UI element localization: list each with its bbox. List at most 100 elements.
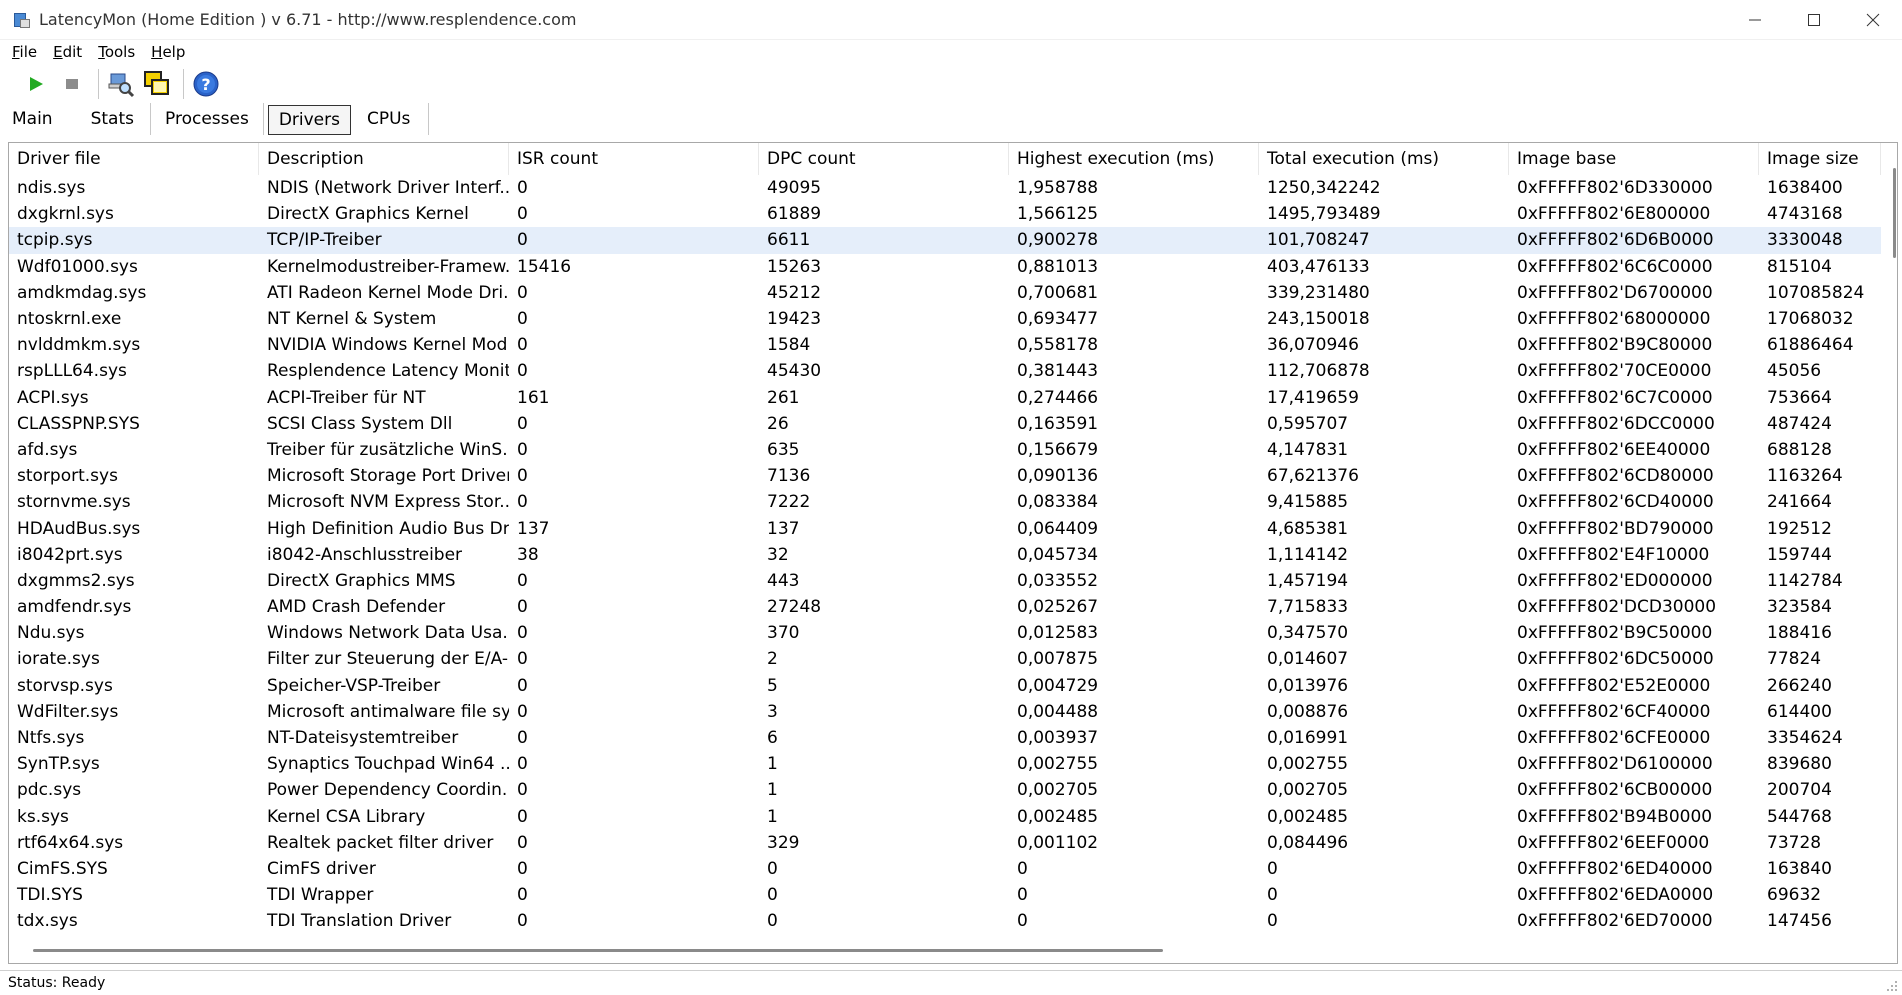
start-button[interactable]	[20, 68, 52, 100]
table-cell: 17,419659	[1267, 387, 1359, 408]
table-cell: 1250,342242	[1267, 178, 1381, 199]
menu-edit[interactable]: Edit	[53, 43, 82, 61]
table-cell: 0	[517, 597, 528, 618]
help-button[interactable]: ?	[190, 68, 222, 100]
table-row[interactable]: ACPI.sys ACPI-Treiber für NT 161 261 0,27446…	[9, 385, 1881, 411]
table-cell: 77824	[1767, 649, 1822, 670]
table-cell: Filter zur Steuerung der E/A-...	[267, 649, 509, 670]
table-cell: 0xFFFFF802'68000000	[1517, 309, 1711, 330]
table-row[interactable]: dxgmms2.sys DirectX Graphics MMS 0 443 0,033…	[9, 568, 1881, 594]
table-row[interactable]: WdFilter.sys Microsoft antimalware file s…	[9, 699, 1881, 725]
table-cell: 0	[517, 570, 528, 591]
table-cell: 544768	[1767, 806, 1832, 827]
table-row[interactable]: Ntfs.sys NT-Dateisystemtreiber 0 6 0,003937 0…	[9, 725, 1881, 751]
column-header[interactable]: Description	[259, 143, 509, 175]
table-row[interactable]: ntoskrnl.exe NT Kernel & System 0 19423 0,69…	[9, 306, 1881, 332]
table-row[interactable]: ks.sys Kernel CSA Library 0 1 0,002485 0,0024…	[9, 804, 1881, 830]
table-row[interactable]: storvsp.sys Speicher-VSP-Treiber 0 5 0,00472…	[9, 673, 1881, 699]
table-cell: 27248	[767, 597, 822, 618]
table-cell: 112,706878	[1267, 361, 1370, 382]
horizontal-scrollbar[interactable]	[33, 949, 1163, 952]
tab-main[interactable]: Main	[0, 103, 77, 135]
table-row[interactable]: afd.sys Treiber für zusätzliche WinS... 0 6…	[9, 437, 1881, 463]
table-cell: 0	[517, 230, 528, 251]
table-row[interactable]: rtf64x64.sys Realtek packet filter driver…	[9, 830, 1881, 856]
table-cell: 0,900278	[1017, 230, 1099, 251]
drivers-table[interactable]: Driver file Description ISR count DPC count…	[8, 142, 1898, 964]
table-row[interactable]: dxgkrnl.sys DirectX Graphics Kernel 0 61889…	[9, 201, 1881, 227]
table-row[interactable]: TDI.SYS TDI Wrapper 0 0 0 0 0xFFFFF802'6EDA000…	[9, 882, 1881, 908]
table-cell: 45430	[767, 361, 822, 382]
table-row[interactable]: CLASSPNP.SYS SCSI Class System Dll 0 26 0,16…	[9, 411, 1881, 437]
table-row[interactable]: ndis.sys NDIS (Network Driver Interf... 0 4…	[9, 175, 1881, 201]
column-header[interactable]: Total execution (ms)	[1259, 143, 1509, 175]
menu-help[interactable]: Help	[151, 43, 185, 61]
tab-stats[interactable]: Stats	[77, 103, 151, 135]
vertical-scrollbar[interactable]	[1893, 168, 1896, 258]
window-controls	[1725, 0, 1902, 40]
table-row[interactable]: pdc.sys Power Dependency Coordin... 0 1 0,00…	[9, 777, 1881, 803]
table-row[interactable]: Ndu.sys Windows Network Data Usa... 0 370 0,…	[9, 620, 1881, 646]
table-cell: 3330048	[1767, 230, 1843, 251]
svg-text:?: ?	[201, 75, 210, 94]
column-header[interactable]: DPC count	[759, 143, 1009, 175]
maximize-icon	[1807, 14, 1820, 26]
table-row[interactable]: Wdf01000.sys Kernelmodustreiber-Framew...…	[9, 254, 1881, 280]
table-cell: 0	[517, 675, 528, 696]
column-header[interactable]: Image base	[1509, 143, 1759, 175]
table-row[interactable]: storport.sys Microsoft Storage Port Drive…	[9, 463, 1881, 489]
menu-file[interactable]: File	[12, 43, 37, 61]
table-cell: 370	[767, 623, 800, 644]
table-row[interactable]: amdfendr.sys AMD Crash Defender 0 27248 0,02…	[9, 594, 1881, 620]
table-row[interactable]: SynTP.sys Synaptics Touchpad Win64 ... 0 1 0…	[9, 751, 1881, 777]
copy-windows-button[interactable]	[141, 68, 173, 100]
table-cell: 107085824	[1767, 282, 1865, 303]
table-row[interactable]: i8042prt.sys i8042-Anschlusstreiber 38 32 0,…	[9, 542, 1881, 568]
table-cell: High Definition Audio Bus Dri...	[267, 518, 509, 539]
table-cell: 0,090136	[1017, 466, 1099, 487]
maximize-button[interactable]	[1784, 0, 1843, 40]
table-row[interactable]: iorate.sys Filter zur Steuerung der E/A-.…	[9, 646, 1881, 672]
table-cell: 0,014607	[1267, 649, 1349, 670]
table-cell: 0,004729	[1017, 675, 1099, 696]
driver-search-button[interactable]	[105, 68, 137, 100]
table-cell: i8042prt.sys	[17, 544, 123, 565]
table-row[interactable]: amdkmdag.sys ATI Radeon Kernel Mode Dri..…	[9, 280, 1881, 306]
table-row[interactable]: stornvme.sys Microsoft NVM Express Stor..…	[9, 489, 1881, 515]
column-header[interactable]: Driver file	[9, 143, 259, 175]
column-header[interactable]: ISR count	[509, 143, 759, 175]
table-cell: Microsoft antimalware file sys...	[267, 701, 509, 722]
table-row[interactable]: tdx.sys TDI Translation Driver 0 0 0 0 0xFFFFF…	[9, 908, 1881, 934]
table-row[interactable]: HDAudBus.sys High Definition Audio Bus Dr…	[9, 515, 1881, 541]
table-cell: 0xFFFFF802'6CFE0000	[1517, 728, 1711, 749]
title-bar: LatencyMon (Home Edition ) v 6.71 - http…	[0, 0, 1902, 40]
table-cell: amdkmdag.sys	[17, 282, 147, 303]
table-row[interactable]: tcpip.sys TCP/IP-Treiber 0 6611 0,900278 101,…	[9, 227, 1881, 254]
table-cell: 147456	[1767, 911, 1832, 932]
stop-icon	[66, 79, 78, 89]
table-cell: 0	[1017, 858, 1028, 879]
tab-cpus[interactable]: CPUs	[355, 103, 430, 135]
table-row[interactable]: nvlddmkm.sys NVIDIA Windows Kernel Mod...…	[9, 332, 1881, 358]
table-cell: 0xFFFFF802'E4F10000	[1517, 544, 1710, 565]
table-row[interactable]: CimFS.SYS CimFS driver 0 0 0 0 0xFFFFF802'6ED4…	[9, 856, 1881, 882]
menu-tools[interactable]: Tools	[98, 43, 135, 61]
table-cell: 0,012583	[1017, 623, 1099, 644]
resize-grip-icon[interactable]	[1886, 980, 1898, 992]
table-cell: 1163264	[1767, 466, 1843, 487]
stop-button[interactable]	[56, 68, 88, 100]
play-icon	[30, 77, 43, 91]
column-header[interactable]: Image size	[1759, 143, 1881, 175]
tab-processes[interactable]: Processes	[151, 103, 264, 135]
minimize-button[interactable]	[1725, 0, 1784, 40]
table-cell: nvlddmkm.sys	[17, 335, 141, 356]
table-cell: TCP/IP-Treiber	[267, 230, 382, 251]
table-cell: 192512	[1767, 518, 1832, 539]
tab-drivers[interactable]: Drivers	[267, 105, 351, 135]
table-row[interactable]: rspLLL64.sys Resplendence Latency Monit..…	[9, 358, 1881, 384]
column-header[interactable]: Highest execution (ms)	[1009, 143, 1259, 175]
table-cell: 0,008876	[1267, 701, 1349, 722]
table-cell: Wdf01000.sys	[17, 256, 138, 277]
table-cell: NVIDIA Windows Kernel Mod...	[267, 335, 509, 356]
close-button[interactable]	[1843, 0, 1902, 40]
